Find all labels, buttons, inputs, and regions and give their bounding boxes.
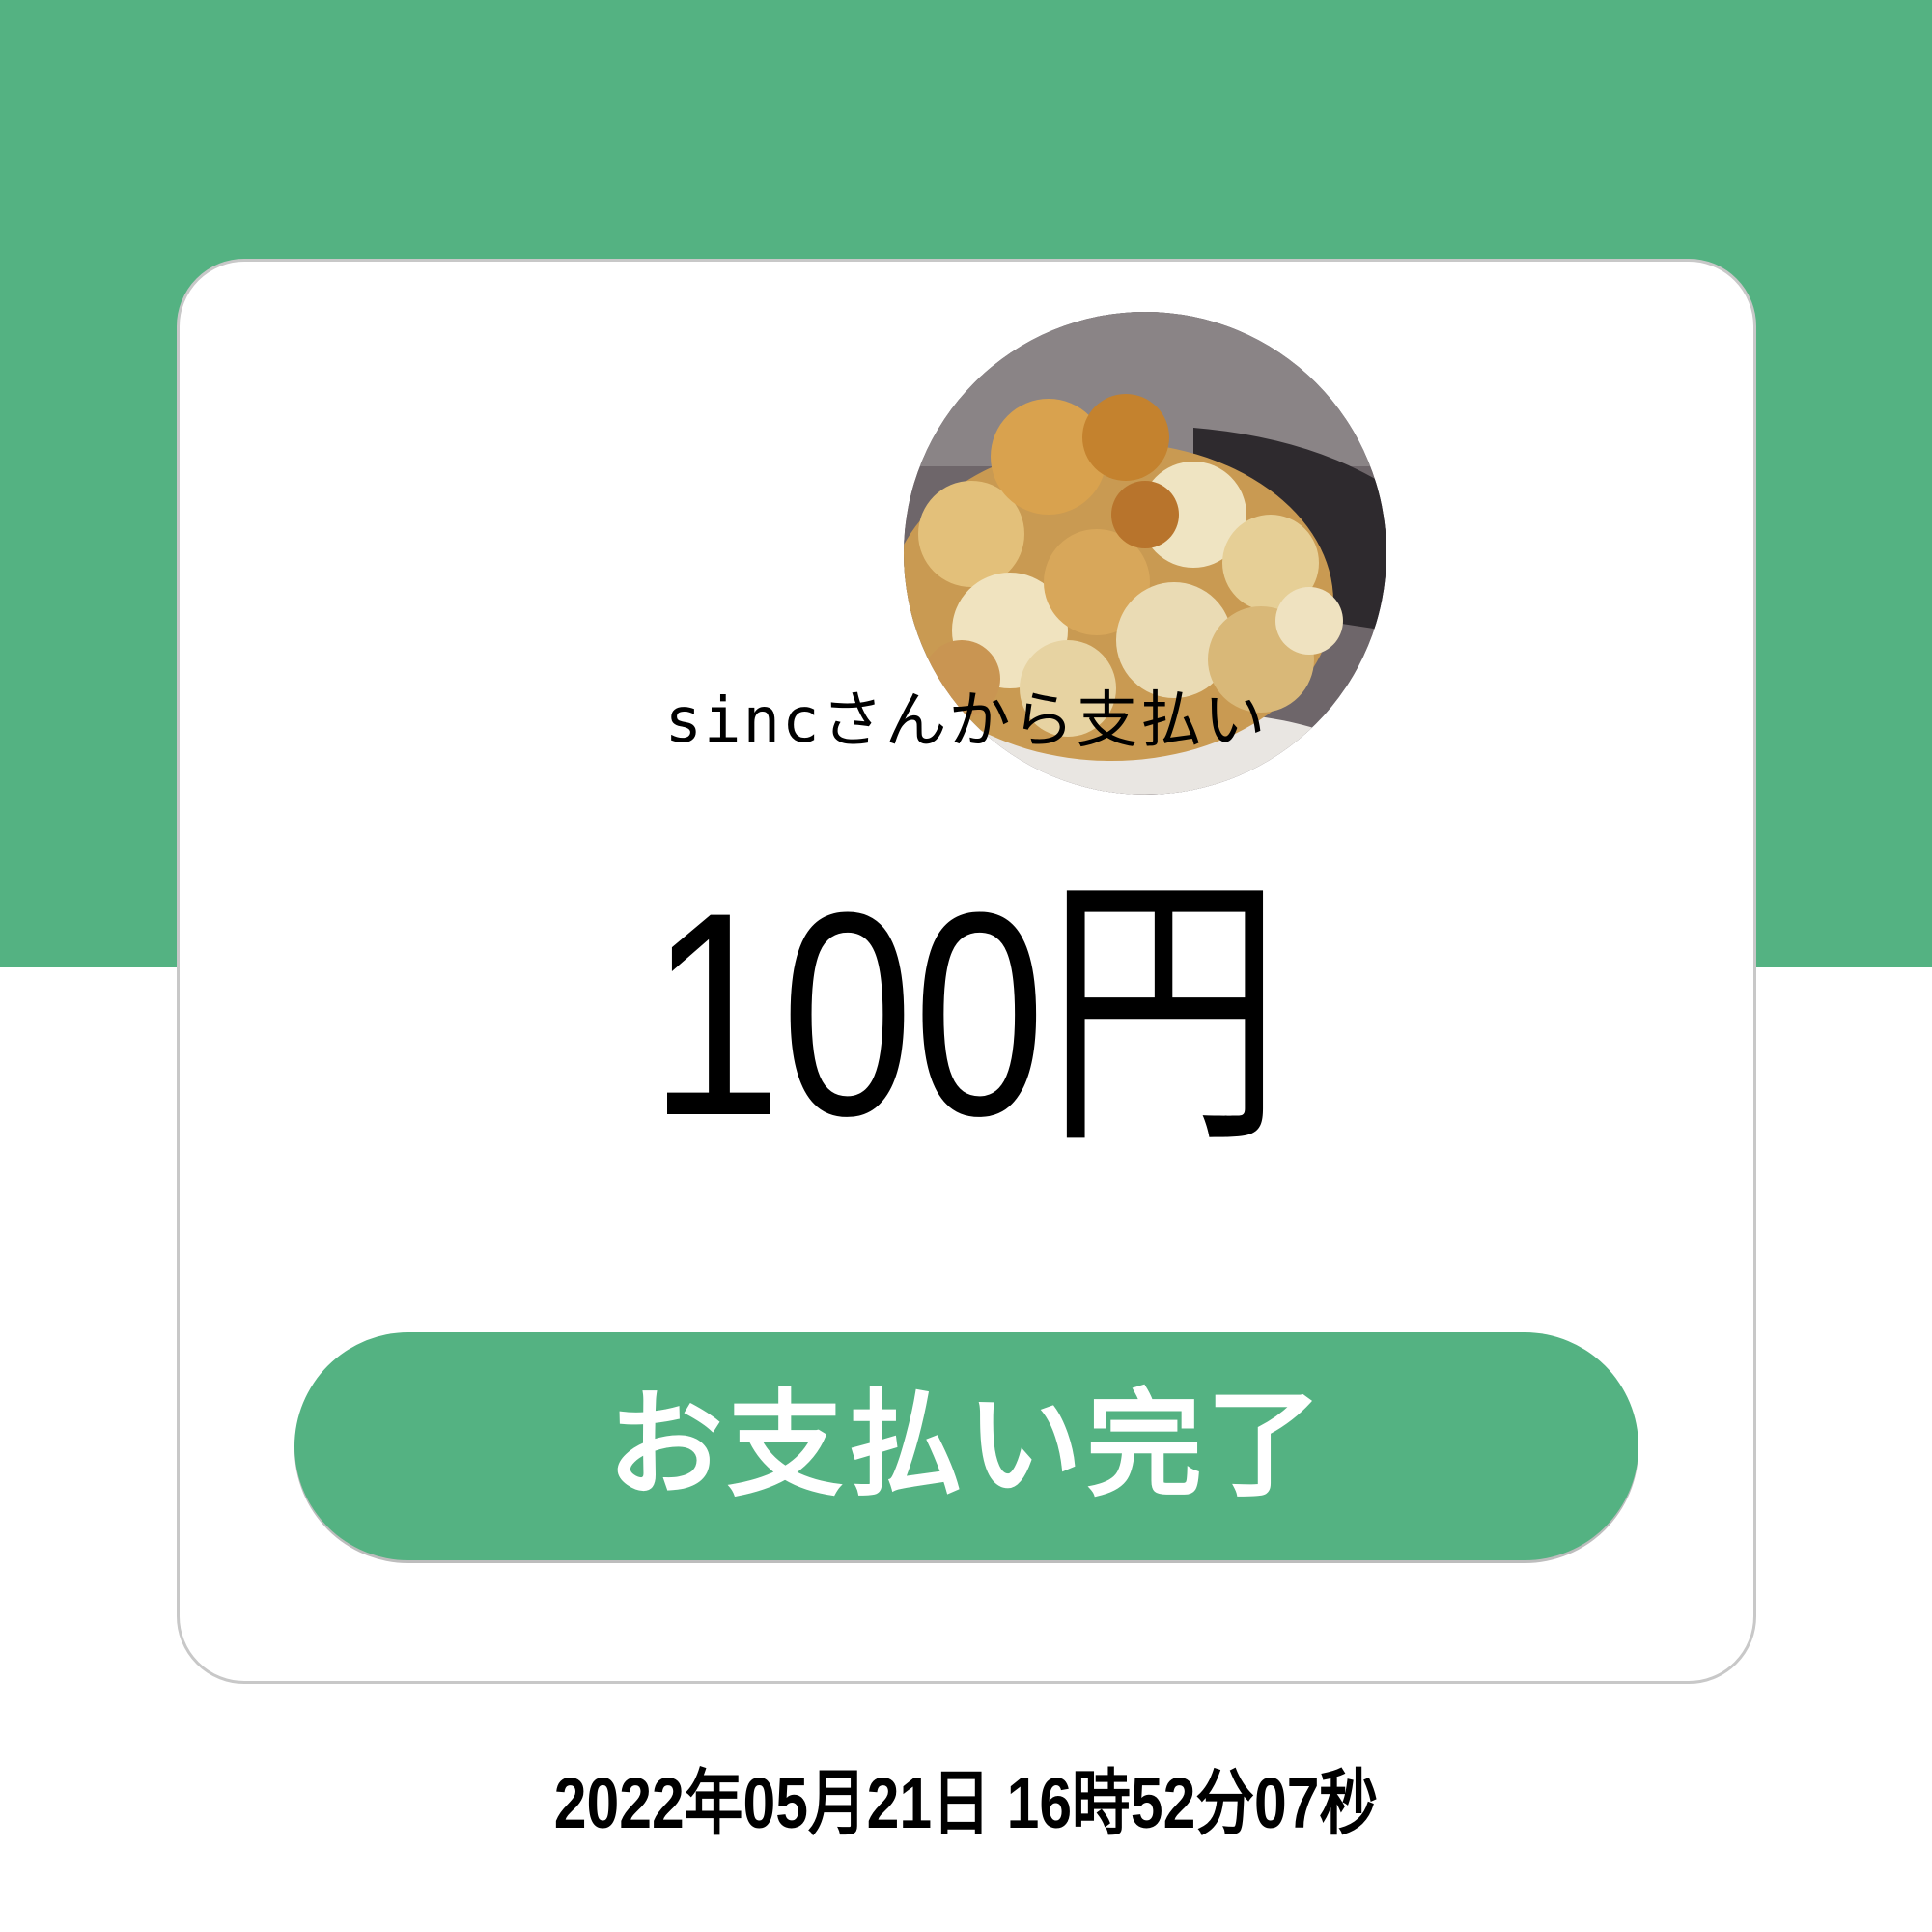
payment-complete-label: お支払い完了 [607,1379,1326,1513]
payer-text: sincさんから支払い [664,686,1268,757]
payment-amount: 100円 [649,852,1283,1176]
payment-complete-button[interactable]: お支払い完了 [294,1332,1638,1560]
payment-timestamp: 2022年05月21日 16時52分07秒 [553,1763,1379,1843]
